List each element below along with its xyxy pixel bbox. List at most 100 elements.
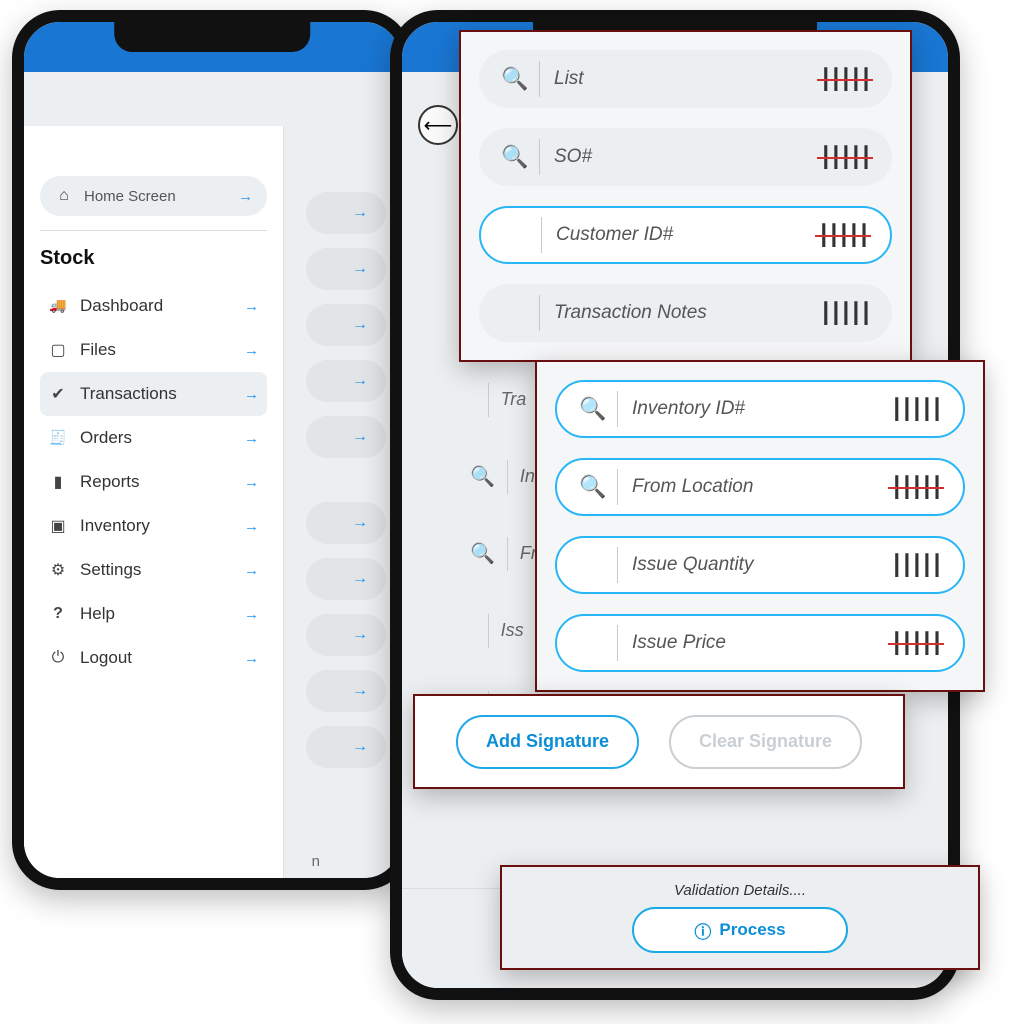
background-row[interactable]: → xyxy=(306,502,386,544)
back-icon: ⟵ xyxy=(424,113,453,138)
lock-icon: ⓘ xyxy=(694,918,711,943)
field-label: Issue Quantity xyxy=(632,554,753,576)
arrow-icon: → xyxy=(244,474,259,491)
sidebar-item-reports[interactable]: Reports → xyxy=(40,460,267,504)
sidebar-item-dashboard[interactable]: Dashboard → xyxy=(40,284,267,328)
background-row[interactable]: → xyxy=(306,360,386,402)
background-row[interactable]: → xyxy=(306,304,386,346)
arrow-icon: → xyxy=(244,342,259,359)
arrow-icon: → xyxy=(352,260,368,278)
barcode-icon[interactable]: ┃┃┃┃┃ xyxy=(891,397,941,422)
field-label: SO# xyxy=(554,146,592,168)
divider xyxy=(539,139,540,175)
divider xyxy=(617,469,618,505)
sidebar-item-label: Dashboard xyxy=(80,296,163,316)
background-list: → → → → → → → → → → xyxy=(306,192,386,768)
field-inventory-id-[interactable]: 🔍 Inventory ID# ┃┃┃┃┃ xyxy=(555,380,965,438)
divider xyxy=(507,537,508,571)
home-label: Home Screen xyxy=(84,188,176,205)
left-content: → → → → → → → → → → Home Screen → Stock … xyxy=(24,72,400,878)
field-label: List xyxy=(554,68,584,90)
arrow-icon: → xyxy=(244,518,259,535)
sidebar: Home Screen → Stock Dashboard → Files → Tran… xyxy=(24,126,284,878)
trx-icon xyxy=(48,384,68,404)
arrow-icon: → xyxy=(244,298,259,315)
arrow-icon: → xyxy=(352,570,368,588)
home-screen-button[interactable]: Home Screen → xyxy=(40,176,267,216)
field-customer-id-[interactable]: Customer ID# ┃┃┃┃┃ xyxy=(479,206,892,264)
sidebar-item-files[interactable]: Files → xyxy=(40,328,267,372)
sidebar-item-settings[interactable]: Settings→ xyxy=(40,548,267,592)
add-signature-label: Add Signature xyxy=(486,731,609,752)
background-row[interactable]: → xyxy=(306,248,386,290)
arrow-icon: → xyxy=(352,738,368,756)
barcode-icon[interactable]: ┃┃┃┃┃ xyxy=(820,145,870,170)
arrow-icon: → xyxy=(244,650,259,667)
background-row[interactable]: → xyxy=(306,726,386,768)
bg-field-label: Iss xyxy=(501,620,524,641)
divider xyxy=(488,383,489,417)
divider xyxy=(40,230,267,231)
field-from-location[interactable]: 🔍 From Location ┃┃┃┃┃ xyxy=(555,458,965,516)
search-icon xyxy=(470,541,495,566)
process-button[interactable]: ⓘ Process xyxy=(632,907,847,953)
search-icon[interactable]: 🔍 xyxy=(579,474,603,500)
background-row[interactable]: → xyxy=(306,614,386,656)
sidebar-item-label: Orders xyxy=(80,428,132,448)
sidebar-item-label: Files xyxy=(80,340,116,360)
clear-signature-button[interactable]: Clear Signature xyxy=(669,715,862,769)
barcode-icon[interactable]: ┃┃┃┃┃ xyxy=(891,475,941,500)
sidebar-item-orders[interactable]: Orders→ xyxy=(40,416,267,460)
divider xyxy=(488,614,489,648)
sidebar-item-help[interactable]: Help→ xyxy=(40,592,267,636)
search-icon[interactable]: 🔍 xyxy=(579,396,603,422)
arrow-icon: → xyxy=(352,682,368,700)
field-label: Inventory ID# xyxy=(632,398,745,420)
barcode-icon[interactable]: ┃┃┃┃┃ xyxy=(820,67,870,92)
background-row[interactable]: → xyxy=(306,558,386,600)
help-icon xyxy=(48,605,68,623)
arrow-icon: → xyxy=(352,316,368,334)
sidebar-section-title: Stock xyxy=(40,247,267,270)
add-signature-button[interactable]: Add Signature xyxy=(456,715,639,769)
field-label: Customer ID# xyxy=(556,224,673,246)
field-label: Issue Price xyxy=(632,632,726,654)
sidebar-item-label: Transactions xyxy=(80,384,177,404)
field-transaction-notes[interactable]: Transaction Notes┃┃┃┃┃ xyxy=(479,284,892,342)
sidebar-item-inventory[interactable]: Inventory → xyxy=(40,504,267,548)
field-issue-price[interactable]: Issue Price ┃┃┃┃┃ xyxy=(555,614,965,672)
files-icon xyxy=(48,340,68,360)
background-row[interactable]: → xyxy=(306,192,386,234)
reports-icon xyxy=(48,472,68,492)
dash-icon xyxy=(48,297,68,315)
settings-icon xyxy=(48,560,68,580)
field-so-[interactable]: 🔍 SO# ┃┃┃┃┃ xyxy=(479,128,892,186)
barcode-icon[interactable]: ┃┃┃┃┃ xyxy=(891,553,941,578)
back-button[interactable]: ⟵ xyxy=(418,105,458,145)
field-list[interactable]: 🔍 List ┃┃┃┃┃ xyxy=(479,50,892,108)
sidebar-item-transactions[interactable]: Transactions→ xyxy=(40,372,267,416)
divider xyxy=(617,547,618,583)
field-issue-quantity[interactable]: Issue Quantity ┃┃┃┃┃ xyxy=(555,536,965,594)
barcode-icon[interactable]: ┃┃┃┃┃ xyxy=(891,631,941,656)
sidebar-item-label: Inventory xyxy=(80,516,150,536)
barcode-icon[interactable]: ┃┃┃┃┃ xyxy=(820,301,870,326)
divider xyxy=(507,460,508,494)
orders-icon xyxy=(48,429,68,447)
panel-signature: Add Signature Clear Signature xyxy=(413,694,905,789)
background-row[interactable]: → xyxy=(306,416,386,458)
divider xyxy=(541,217,542,253)
logout-icon xyxy=(48,649,68,667)
panel-line-fields: 🔍Inventory ID#┃┃┃┃┃🔍From Location┃┃┃┃┃Is… xyxy=(535,360,985,692)
clear-signature-label: Clear Signature xyxy=(699,731,832,752)
sidebar-item-label: Reports xyxy=(80,472,140,492)
field-label: From Location xyxy=(632,476,753,498)
background-row[interactable]: → xyxy=(306,670,386,712)
validation-details-label: Validation Details.... xyxy=(674,882,806,899)
sidebar-item-logout[interactable]: Logout→ xyxy=(40,636,267,680)
search-icon[interactable]: 🔍 xyxy=(501,144,525,170)
search-icon[interactable]: 🔍 xyxy=(501,66,525,92)
notch xyxy=(114,20,310,52)
barcode-icon[interactable]: ┃┃┃┃┃ xyxy=(818,223,868,248)
sidebar-item-label: Settings xyxy=(80,560,141,580)
